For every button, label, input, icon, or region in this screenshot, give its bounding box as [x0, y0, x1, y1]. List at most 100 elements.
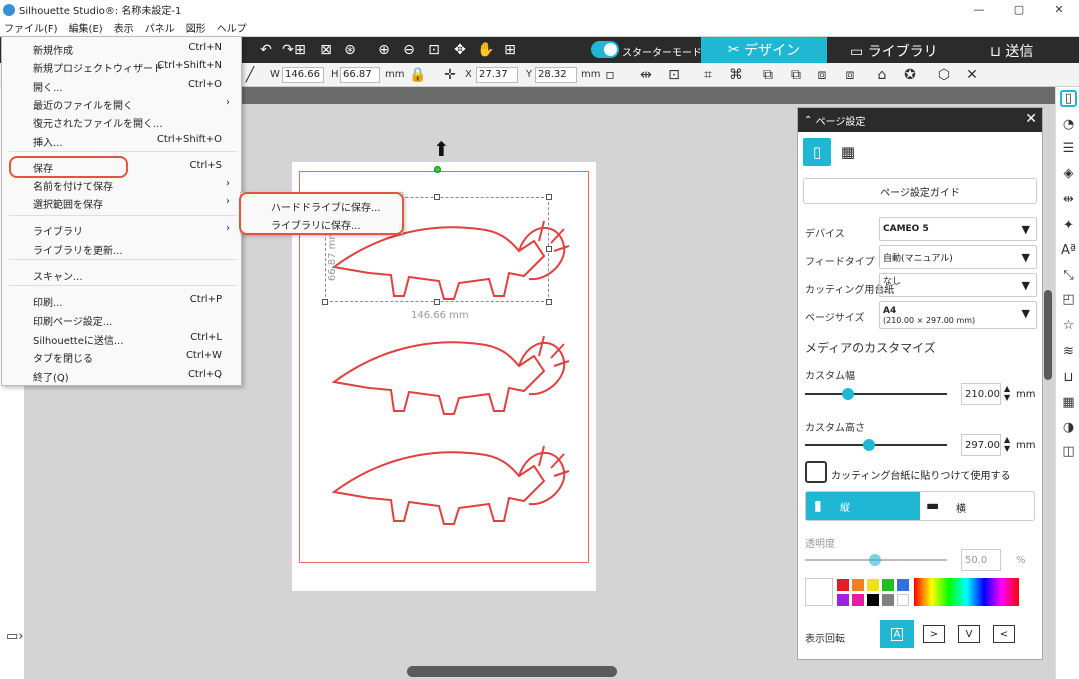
- file-menu-item[interactable]: 新規作成: [33, 42, 73, 57]
- tab-design[interactable]: ✂ デザイン: [701, 37, 827, 63]
- tab-page-setup[interactable]: ▯: [803, 138, 831, 166]
- star-icon[interactable]: ✪: [900, 65, 920, 85]
- group-icon[interactable]: ⊞: [290, 40, 310, 60]
- minimize-button[interactable]: —: [959, 0, 999, 19]
- resize-handle[interactable]: [322, 299, 328, 305]
- rotate-90-button[interactable]: >: [923, 625, 945, 643]
- opacity-slider-thumb[interactable]: [869, 554, 881, 566]
- duplicate-icon[interactable]: ⧉: [758, 65, 778, 85]
- rotate-handle[interactable]: [434, 166, 441, 173]
- color-spectrum[interactable]: [914, 578, 1019, 606]
- lock-icon[interactable]: 🔒: [408, 65, 428, 85]
- rotate-180-button[interactable]: V: [958, 625, 980, 643]
- x-input[interactable]: 27.37: [476, 67, 518, 83]
- custom-height-input[interactable]: 297.00: [961, 434, 1001, 456]
- page-setup-guide-button[interactable]: ページ設定ガイド: [803, 178, 1037, 204]
- line-tool-icon[interactable]: ╱: [240, 65, 260, 85]
- menu-panel[interactable]: パネル: [145, 20, 175, 35]
- color-swatch[interactable]: [837, 579, 849, 591]
- distribute-icon[interactable]: ⌘: [726, 65, 746, 85]
- offset-icon[interactable]: ⊔: [1060, 369, 1077, 386]
- zoom-select-icon[interactable]: ⊡: [424, 40, 444, 60]
- horizontal-scrollbar[interactable]: [407, 666, 617, 677]
- pixel-icon[interactable]: ▦: [1060, 394, 1077, 411]
- file-menu-item[interactable]: Silhouetteに送信...: [33, 332, 123, 347]
- file-menu-item[interactable]: ライブラリを更新...: [33, 242, 123, 257]
- layer-icon[interactable]: ◫: [1060, 443, 1077, 460]
- anchor-icon[interactable]: ▫: [600, 65, 620, 85]
- portrait-button[interactable]: ▮ 縦: [806, 492, 920, 520]
- cutting-mat-select[interactable]: なし - ▼: [879, 273, 1037, 297]
- height-spinner[interactable]: ▲ ▼: [1004, 435, 1010, 453]
- height-input[interactable]: 66.87: [340, 67, 380, 83]
- compound-icon[interactable]: ⊛: [340, 40, 360, 60]
- contrast-icon[interactable]: ◑: [1060, 419, 1077, 436]
- cube-icon[interactable]: ⬡: [934, 65, 954, 85]
- tab-grid[interactable]: ▦: [834, 138, 862, 166]
- ungroup-icon[interactable]: ⊠: [316, 40, 336, 60]
- file-menu-item[interactable]: 選択範囲を保存: [33, 196, 103, 211]
- color-swatch[interactable]: [882, 579, 894, 591]
- opacity-input[interactable]: 50.0: [961, 549, 1001, 571]
- width-input[interactable]: 146.66: [282, 67, 324, 83]
- landscape-icon[interactable]: ▬: [926, 498, 939, 514]
- close-button[interactable]: ✕: [1039, 0, 1079, 19]
- file-menu-item[interactable]: 名前を付けて保存: [33, 178, 113, 193]
- pattern-icon[interactable]: ≋: [1060, 343, 1077, 360]
- vertical-scrollbar[interactable]: [1044, 290, 1052, 380]
- current-color-swatch[interactable]: [805, 578, 833, 606]
- design-settings-icon[interactable]: ◔: [1060, 116, 1077, 133]
- color-swatch[interactable]: [852, 579, 864, 591]
- color-swatch[interactable]: [897, 594, 909, 606]
- custom-height-slider[interactable]: [805, 444, 947, 446]
- color-swatch[interactable]: [837, 594, 849, 606]
- text-style-icon[interactable]: Aª: [1060, 242, 1077, 259]
- tab-send[interactable]: ⊔ 送信: [990, 41, 1033, 61]
- align-panel-icon[interactable]: ⇹: [1060, 191, 1077, 208]
- color-swatch[interactable]: [867, 579, 879, 591]
- resize-handle[interactable]: [434, 299, 440, 305]
- tag-icon[interactable]: ⌂: [872, 65, 892, 85]
- y-input[interactable]: 28.32: [535, 67, 577, 83]
- color-swatch[interactable]: [867, 594, 879, 606]
- rotate-270-button[interactable]: <: [993, 625, 1015, 643]
- menu-file[interactable]: ファイル(F): [4, 20, 58, 35]
- sparkle-icon[interactable]: ✦: [1060, 217, 1077, 234]
- delete-x-icon[interactable]: ✕: [962, 65, 982, 85]
- custom-width-slider[interactable]: [805, 393, 947, 395]
- menu-shape[interactable]: 図形: [186, 20, 206, 35]
- pan-hand-icon[interactable]: ✋: [476, 40, 496, 60]
- file-menu-item[interactable]: 終了(Q): [33, 369, 69, 384]
- file-menu-item[interactable]: スキャン...: [33, 268, 83, 283]
- starter-mode-toggle[interactable]: [591, 41, 619, 58]
- menu-view[interactable]: 表示: [114, 20, 134, 35]
- file-menu-item[interactable]: タブを閉じる: [33, 350, 93, 365]
- undo-icon[interactable]: ↶: [256, 40, 276, 60]
- space-evenly-icon[interactable]: ⇹: [636, 65, 656, 85]
- file-menu-item[interactable]: 復元されたファイルを開く...: [33, 115, 163, 130]
- custom-width-input[interactable]: 210.00: [961, 383, 1001, 405]
- line-style-icon[interactable]: ☰: [1060, 140, 1077, 157]
- feed-type-select[interactable]: 自動(マニュアル) ▼: [879, 245, 1037, 269]
- custom-height-slider-thumb[interactable]: [862, 439, 875, 451]
- subtract-icon[interactable]: ⧈: [840, 65, 860, 85]
- color-swatch[interactable]: [897, 579, 909, 591]
- mirror-icon[interactable]: ⧉: [786, 65, 806, 85]
- menu-edit[interactable]: 編集(E): [69, 20, 103, 35]
- rotate-0-button[interactable]: A: [880, 620, 914, 648]
- resize-handle[interactable]: [546, 299, 552, 305]
- file-menu-item[interactable]: 印刷...: [33, 294, 63, 309]
- panel-close-icon[interactable]: ✕: [1025, 111, 1037, 127]
- collapse-chevron-icon[interactable]: ⌃: [804, 115, 816, 126]
- file-menu-item[interactable]: ライブラリ: [33, 223, 83, 238]
- fit-page-icon[interactable]: ⊞: [500, 40, 520, 60]
- weld-icon[interactable]: ⧈: [812, 65, 832, 85]
- color-swatch[interactable]: [882, 594, 894, 606]
- file-menu-item[interactable]: 新規プロジェクトウィザード: [33, 60, 163, 75]
- transform-icon[interactable]: ⤡: [1060, 267, 1077, 284]
- shapes-icon[interactable]: ◰: [1060, 291, 1077, 308]
- drag-zoom-icon[interactable]: ✥: [450, 40, 470, 60]
- device-select[interactable]: CAMEO 5 ▼: [879, 217, 1037, 241]
- align-icon[interactable]: ⌗: [698, 65, 718, 85]
- page-setup-icon[interactable]: ▯: [1060, 90, 1077, 107]
